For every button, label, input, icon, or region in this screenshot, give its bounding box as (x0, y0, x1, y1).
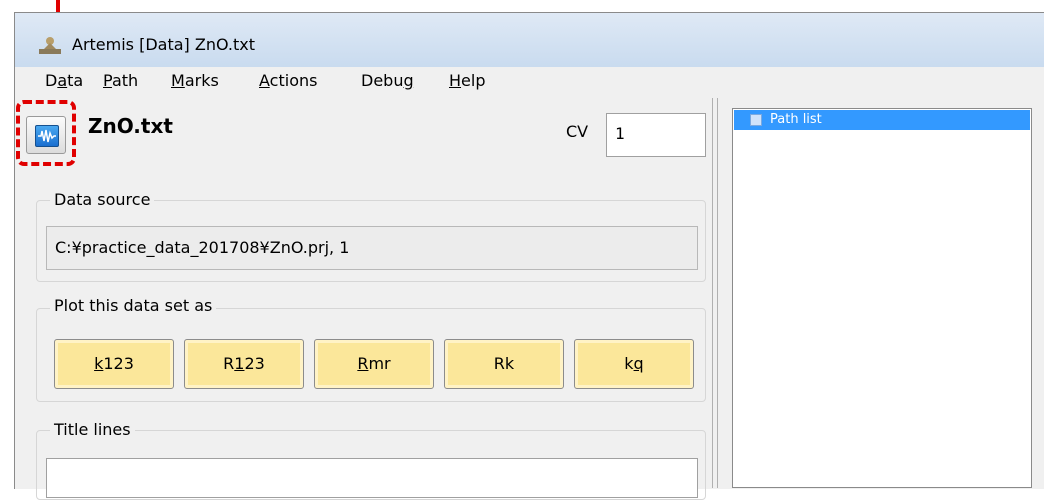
plot-r123-button[interactable]: R123 (184, 339, 304, 389)
menu-help[interactable]: Help (449, 71, 485, 90)
waveform-icon (35, 125, 59, 147)
menu-bar: Data Path Marks Actions Debug Help (15, 67, 1044, 99)
data-icon-button[interactable] (26, 116, 66, 154)
data-source-field: C:¥practice_data_201708¥ZnO.prj, 1 (46, 226, 698, 270)
menu-debug[interactable]: Debug (361, 71, 414, 90)
panel-splitter[interactable] (712, 98, 718, 488)
plot-rk-button[interactable]: Rk (444, 339, 564, 389)
data-source-label: Data source (50, 190, 155, 209)
plot-rmr-button[interactable]: Rmr (314, 339, 434, 389)
cv-label: CV (566, 122, 589, 141)
path-list-panel: Path list (732, 108, 1032, 488)
path-list-item[interactable]: Path list (734, 110, 1030, 130)
data-file-name: ZnO.txt (88, 114, 173, 138)
cv-input[interactable]: 1 (606, 113, 706, 157)
window-title: Artemis [Data] ZnO.txt (72, 35, 256, 54)
menu-actions[interactable]: Actions (259, 71, 317, 90)
title-lines-textarea[interactable] (46, 458, 698, 498)
menu-path[interactable]: Path (103, 71, 138, 90)
title-lines-label: Title lines (50, 420, 135, 439)
path-list-checkbox[interactable] (750, 114, 762, 126)
plot-group-label: Plot this data set as (50, 296, 217, 315)
title-bar: Artemis [Data] ZnO.txt (15, 13, 1044, 67)
plot-k123-button[interactable]: k123 (54, 339, 174, 389)
plot-kq-button[interactable]: kq (574, 339, 694, 389)
path-list-label: Path list (770, 112, 822, 127)
menu-marks[interactable]: Marks (171, 71, 219, 90)
artemis-app-icon (39, 37, 61, 54)
menu-data[interactable]: Data (45, 71, 83, 90)
